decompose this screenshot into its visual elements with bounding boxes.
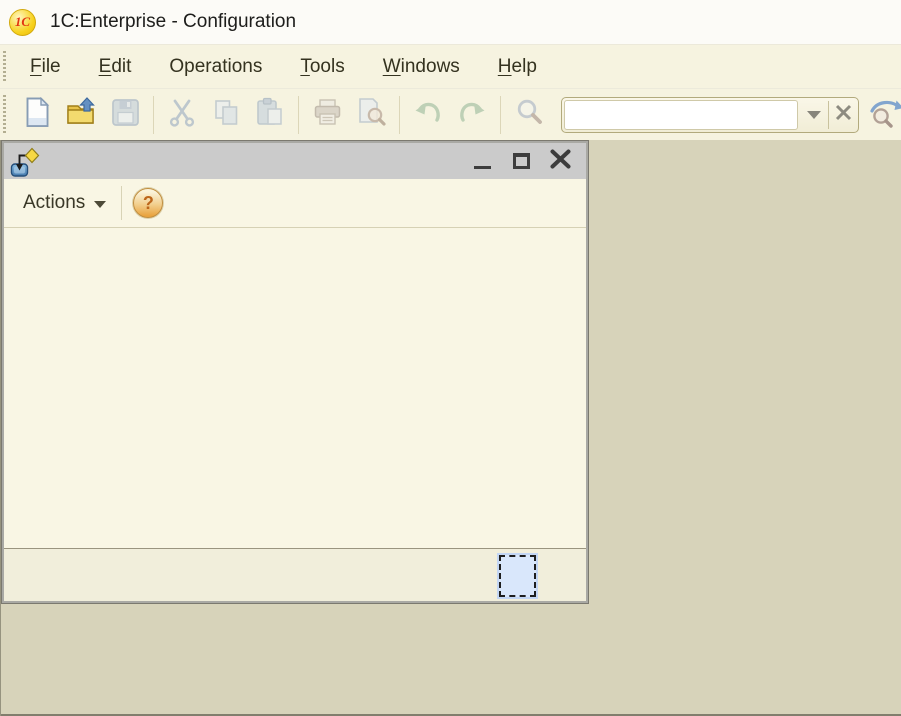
toolbar-grip-icon[interactable] xyxy=(3,51,6,83)
search-clear-button[interactable] xyxy=(829,98,858,132)
toolbar-separator xyxy=(399,96,400,134)
toolbar-separator xyxy=(298,96,299,134)
app-title-bar: 1C 1C:Enterprise - Configuration xyxy=(0,0,901,45)
minimize-icon xyxy=(474,166,491,169)
business-process-map-icon xyxy=(10,145,40,177)
save-icon xyxy=(111,98,140,132)
new-document-button[interactable] xyxy=(20,98,54,132)
open-button[interactable] xyxy=(64,98,98,132)
menu-item-help[interactable]: Help xyxy=(483,52,552,82)
cut-icon xyxy=(168,98,196,132)
child-window-toolbar: Actions ? xyxy=(4,179,586,228)
toolbar-separator xyxy=(500,96,501,134)
paste-icon xyxy=(255,97,285,132)
find-button[interactable] xyxy=(512,98,546,132)
search-box-group xyxy=(561,97,859,133)
schema-canvas[interactable] xyxy=(4,228,586,548)
menu-bar: File EditOperations Tools Windows Help xyxy=(0,45,901,88)
actions-label: Actions xyxy=(23,192,85,214)
new-document-icon xyxy=(24,97,51,133)
find-next-icon xyxy=(867,95,901,134)
minimize-button[interactable] xyxy=(470,149,494,173)
find-icon xyxy=(515,98,544,132)
help-button[interactable]: ? xyxy=(133,188,163,218)
1c-logo-icon: 1C xyxy=(9,9,36,36)
print-preview-icon xyxy=(356,97,386,132)
close-button[interactable] xyxy=(548,149,572,173)
selected-shape[interactable] xyxy=(497,553,538,599)
copy-button[interactable] xyxy=(209,98,243,132)
cut-button[interactable] xyxy=(165,98,199,132)
logo-text: 1C xyxy=(15,14,30,30)
maximize-icon xyxy=(513,153,530,169)
child-window-title-bar[interactable] xyxy=(4,143,586,179)
menu-item-operations[interactable]: Operations xyxy=(154,52,277,82)
menu-item-windows[interactable]: Windows xyxy=(368,52,475,82)
menu-item-file[interactable]: File xyxy=(15,52,76,82)
open-folder-icon xyxy=(66,97,97,132)
toolbar-separator xyxy=(153,96,154,134)
question-mark-icon: ? xyxy=(143,193,154,214)
save-button[interactable] xyxy=(108,98,142,132)
window-title: 1C:Enterprise - Configuration xyxy=(50,11,296,33)
redo-icon xyxy=(458,99,486,130)
menu-item-edit[interactable]: Edit xyxy=(84,52,147,82)
child-window: Actions ? xyxy=(2,141,588,603)
chevron-down-icon xyxy=(807,111,821,119)
child-window-footer xyxy=(4,548,586,601)
toolbar-grip-icon[interactable] xyxy=(3,95,6,135)
window-controls xyxy=(470,149,572,173)
actions-menu-button[interactable]: Actions xyxy=(14,186,115,220)
menu-item-tools[interactable]: Tools xyxy=(285,52,359,82)
paste-button[interactable] xyxy=(253,98,287,132)
selection-marquee xyxy=(499,555,536,597)
redo-button[interactable] xyxy=(455,98,489,132)
copy-icon xyxy=(212,98,241,132)
mdi-workspace: Actions ? xyxy=(0,140,901,716)
undo-button[interactable] xyxy=(411,98,445,132)
menu-bar-items: File EditOperations Tools Windows Help xyxy=(15,52,560,82)
maximize-button[interactable] xyxy=(509,149,533,173)
print-icon xyxy=(312,98,343,132)
search-dropdown-button[interactable] xyxy=(799,98,828,132)
print-button[interactable] xyxy=(310,98,344,132)
print-preview-button[interactable] xyxy=(354,98,388,132)
close-icon xyxy=(835,104,852,126)
chevron-down-icon xyxy=(94,201,106,208)
search-input[interactable] xyxy=(564,100,798,130)
toolbar-separator xyxy=(121,186,122,220)
undo-icon xyxy=(414,99,442,130)
find-next-button[interactable] xyxy=(867,98,901,132)
close-icon xyxy=(550,149,571,174)
main-toolbar xyxy=(0,88,901,140)
